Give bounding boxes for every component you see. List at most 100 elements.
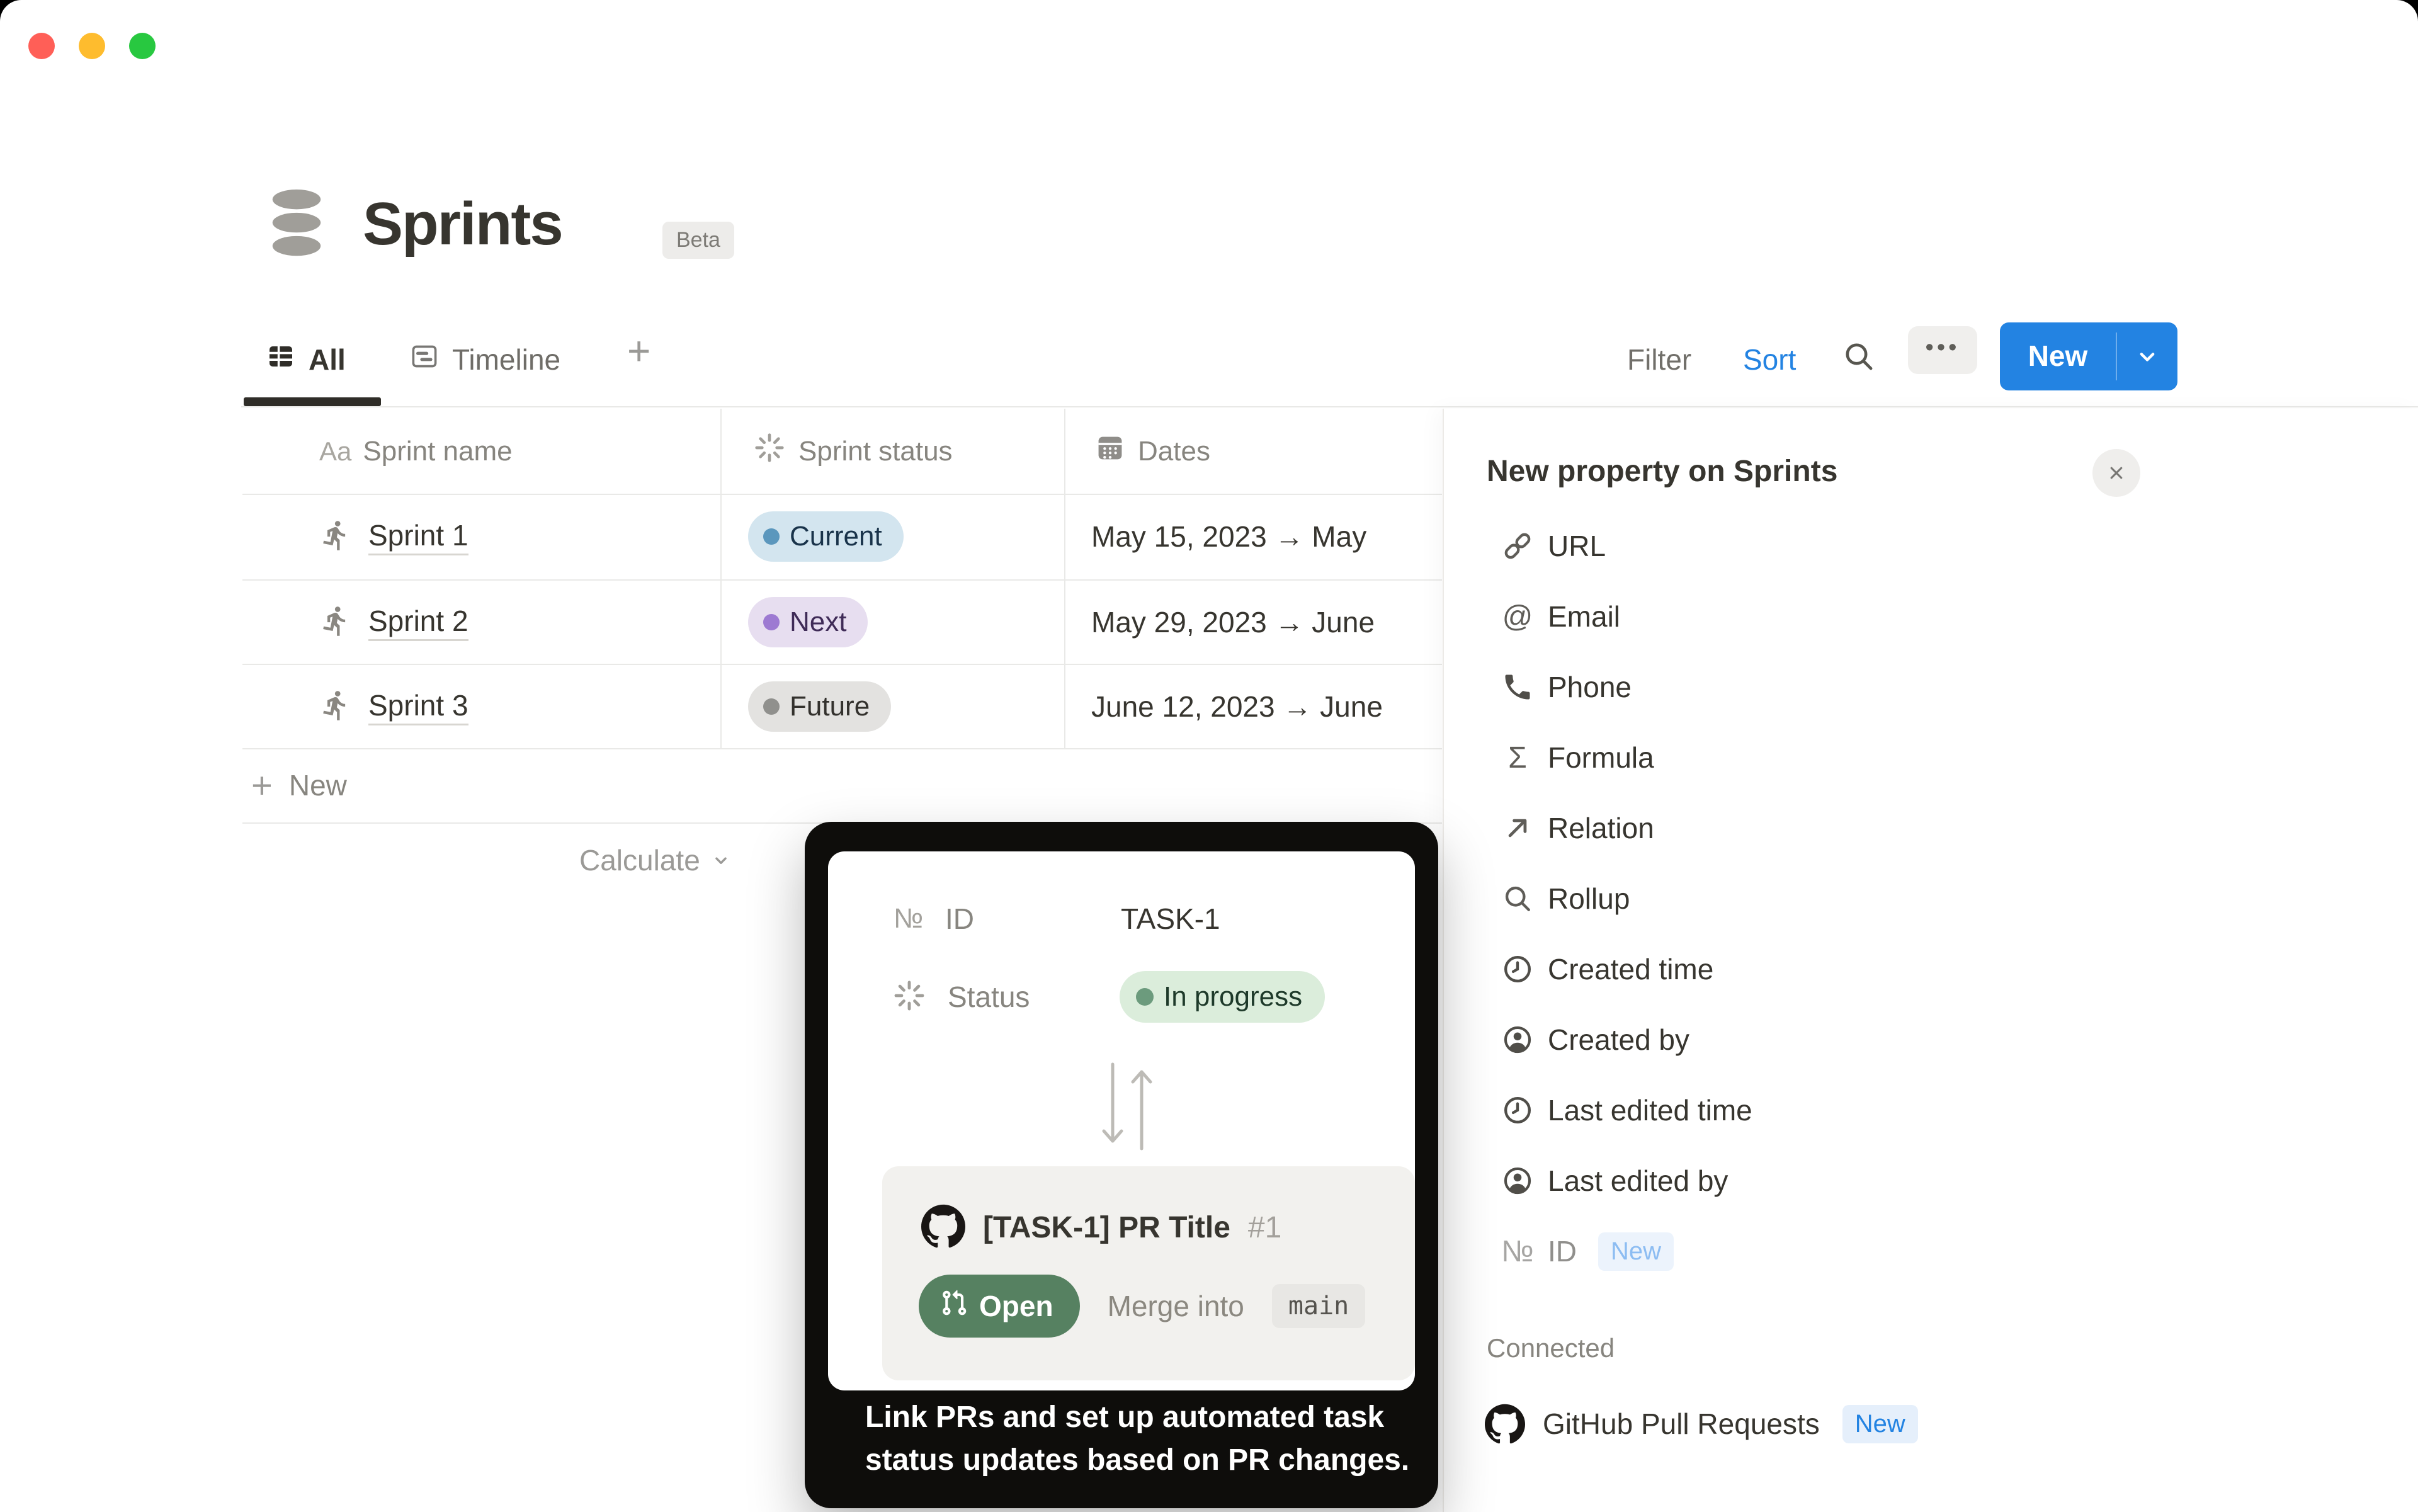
property-option-label: Relation bbox=[1548, 811, 1654, 845]
tab-all[interactable]: All bbox=[266, 335, 346, 384]
status-badge[interactable]: Next bbox=[748, 597, 868, 647]
active-tab-indicator bbox=[244, 397, 381, 406]
column-header-dates[interactable]: Dates bbox=[1094, 409, 1210, 494]
sprints-table: Aa Sprint name Sprint status bbox=[242, 409, 1442, 824]
sigma-icon: Σ bbox=[1500, 741, 1535, 775]
property-option-label: Phone bbox=[1548, 670, 1632, 704]
property-option-label: Formula bbox=[1548, 741, 1654, 775]
status-property-icon bbox=[752, 430, 787, 472]
property-option-id[interactable]: № ID New bbox=[1444, 1216, 2418, 1287]
property-option-label: Created by bbox=[1548, 1023, 1689, 1057]
property-option-last-edited-time[interactable]: Last edited time bbox=[1444, 1075, 2418, 1145]
property-option-label: Last edited by bbox=[1548, 1164, 1728, 1198]
property-option-formula[interactable]: Σ Formula bbox=[1444, 722, 2418, 793]
phone-icon bbox=[1500, 671, 1535, 703]
status-property-label: Status bbox=[948, 980, 1030, 1014]
property-option-phone[interactable]: Phone bbox=[1444, 652, 2418, 722]
tab-all-label: All bbox=[309, 343, 346, 377]
status-badge[interactable]: Future bbox=[748, 681, 891, 732]
status-dot bbox=[1136, 988, 1154, 1006]
zoom-window-button[interactable] bbox=[129, 33, 156, 59]
calendar-icon bbox=[1094, 431, 1127, 471]
column-header-label: Sprint name bbox=[363, 436, 512, 467]
new-button-dropdown[interactable] bbox=[2117, 322, 2177, 390]
new-feature-badge: New bbox=[1842, 1405, 1918, 1443]
github-sync-promo-card: № ID TASK-1 Status In progress bbox=[805, 822, 1438, 1508]
dates-cell[interactable]: May 15, 2023 → May bbox=[1091, 494, 1441, 579]
sprint-name-link[interactable]: Sprint 2 bbox=[368, 604, 468, 641]
table-view-icon bbox=[266, 341, 296, 378]
column-header-sprint-name[interactable]: Aa Sprint name bbox=[319, 409, 513, 494]
plus-icon: + bbox=[251, 765, 273, 807]
github-icon bbox=[1485, 1404, 1525, 1444]
property-option-created-by[interactable]: Created by bbox=[1444, 1004, 2418, 1075]
status-dot bbox=[763, 614, 780, 630]
add-row-label: New bbox=[289, 768, 347, 802]
filter-button[interactable]: Filter bbox=[1627, 343, 1691, 377]
caption-line: Link PRs and set up automated task bbox=[865, 1396, 1409, 1439]
tab-timeline-label: Timeline bbox=[452, 343, 560, 377]
chevron-down-icon bbox=[710, 850, 732, 871]
ellipsis-icon: ••• bbox=[1926, 334, 1960, 361]
page-title: Sprints bbox=[363, 186, 562, 262]
column-divider bbox=[720, 409, 722, 748]
sprint-name-link[interactable]: Sprint 3 bbox=[368, 688, 468, 725]
minimize-window-button[interactable] bbox=[79, 33, 105, 59]
calculate-label: Calculate bbox=[579, 843, 700, 877]
tab-timeline[interactable]: Timeline bbox=[409, 335, 560, 384]
search-button[interactable] bbox=[1841, 339, 1876, 377]
pr-state-label: Open bbox=[979, 1289, 1053, 1323]
connected-github-pull-requests[interactable]: GitHub Pull Requests New bbox=[1444, 1391, 1918, 1457]
property-option-label: Last edited time bbox=[1548, 1093, 1752, 1127]
new-record-button[interactable]: New bbox=[2000, 322, 2177, 390]
status-property-icon bbox=[891, 977, 928, 1017]
status-label: In progress bbox=[1164, 981, 1302, 1013]
clock-icon bbox=[1500, 1094, 1535, 1127]
dates-cell[interactable]: June 12, 2023 → June bbox=[1091, 664, 1441, 749]
database-icon bbox=[264, 185, 329, 264]
table-row-name[interactable]: Sprint 1 bbox=[319, 494, 468, 579]
property-option-last-edited-by[interactable]: Last edited by bbox=[1444, 1145, 2418, 1216]
close-window-button[interactable] bbox=[28, 33, 55, 59]
sort-button[interactable]: Sort bbox=[1743, 343, 1796, 377]
panel-close-button[interactable] bbox=[2092, 449, 2140, 497]
status-label: Next bbox=[790, 606, 846, 638]
connected-item-label: GitHub Pull Requests bbox=[1543, 1407, 1820, 1441]
property-option-label: ID bbox=[1548, 1234, 1577, 1268]
column-header-sprint-status[interactable]: Sprint status bbox=[752, 409, 953, 494]
id-property-value: TASK-1 bbox=[1121, 902, 1220, 936]
arrow-up-right-icon bbox=[1500, 812, 1535, 844]
table-row-name[interactable]: Sprint 3 bbox=[319, 664, 468, 749]
status-dot bbox=[763, 528, 780, 545]
status-badge[interactable]: Current bbox=[748, 511, 904, 562]
timeline-view-icon bbox=[409, 341, 440, 378]
window-controls bbox=[28, 33, 156, 59]
property-option-email[interactable]: @ Email bbox=[1444, 581, 2418, 652]
property-option-url[interactable]: URL bbox=[1444, 511, 2418, 581]
numero-icon: № bbox=[894, 903, 923, 935]
pull-request-icon bbox=[940, 1289, 968, 1324]
table-row-name[interactable]: Sprint 2 bbox=[319, 579, 468, 665]
id-property-label: ID bbox=[945, 902, 974, 936]
sprint-name-link[interactable]: Sprint 1 bbox=[368, 518, 468, 555]
calculate-button[interactable]: Calculate bbox=[579, 843, 732, 877]
github-icon bbox=[921, 1204, 965, 1251]
add-row-button[interactable]: + New bbox=[251, 748, 347, 822]
clock-icon bbox=[1500, 953, 1535, 986]
new-feature-badge: New bbox=[1598, 1232, 1674, 1271]
column-header-label: Dates bbox=[1138, 436, 1210, 467]
property-option-relation[interactable]: Relation bbox=[1444, 793, 2418, 863]
status-label: Current bbox=[790, 521, 882, 552]
search-icon bbox=[1841, 339, 1876, 374]
property-option-label: Rollup bbox=[1548, 882, 1630, 916]
more-options-button[interactable]: ••• bbox=[1908, 326, 1977, 374]
property-option-rollup[interactable]: Rollup bbox=[1444, 863, 2418, 934]
sync-arrows-icon bbox=[1093, 1059, 1162, 1157]
new-button-label[interactable]: New bbox=[2000, 322, 2116, 390]
panel-title: New property on Sprints bbox=[1487, 454, 1837, 489]
property-option-created-time[interactable]: Created time bbox=[1444, 934, 2418, 1004]
runner-icon bbox=[319, 689, 352, 725]
pr-status-row: Open Merge into main bbox=[919, 1275, 1365, 1338]
add-view-button[interactable]: + bbox=[627, 327, 650, 374]
dates-cell[interactable]: May 29, 2023 → June bbox=[1091, 579, 1441, 665]
